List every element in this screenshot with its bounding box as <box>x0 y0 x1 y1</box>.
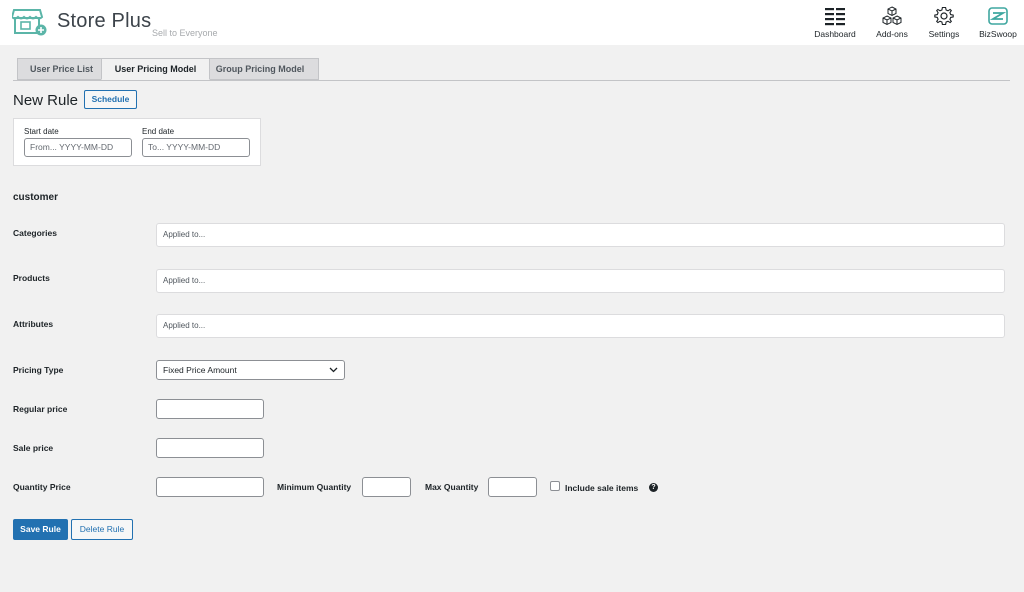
page-title: New Rule <box>13 92 79 109</box>
pricing-type-select[interactable]: Fixed Price Amount <box>156 360 345 380</box>
nav-dashboard[interactable]: Dashboard <box>812 6 858 39</box>
tab-user-price-list[interactable]: User Price List <box>17 58 106 80</box>
min-quantity-label: Minimum Quantity <box>277 482 352 492</box>
include-sale-checkbox[interactable] <box>550 481 560 491</box>
tab-group-pricing-model[interactable]: Group Pricing Model <box>201 58 319 80</box>
store-logo-icon <box>10 6 48 36</box>
end-date-label: End date <box>142 127 175 136</box>
nav-settings[interactable]: Settings <box>923 6 965 39</box>
start-date-label: Start date <box>24 127 59 136</box>
chevron-down-icon <box>329 367 338 373</box>
tab-divider <box>13 80 1010 81</box>
products-input[interactable]: Applied to... <box>156 269 1005 293</box>
save-rule-button[interactable]: Save Rule <box>13 519 68 540</box>
max-quantity-label: Max Quantity <box>425 482 479 492</box>
help-icon[interactable]: ? <box>649 483 658 492</box>
brand-name: Store Plus <box>57 10 152 32</box>
quantity-price-label: Quantity Price <box>13 482 71 492</box>
pricing-type-value: Fixed Price Amount <box>163 365 237 375</box>
schedule-button[interactable]: Schedule <box>84 90 137 109</box>
nav-settings-label: Settings <box>928 29 960 39</box>
cubes-icon <box>882 6 902 26</box>
pricing-type-label: Pricing Type <box>13 365 64 375</box>
brand-tagline: Sell to Everyone <box>152 28 218 38</box>
sale-price-label: Sale price <box>13 443 54 453</box>
products-label: Products <box>13 273 50 283</box>
categories-label: Categories <box>13 228 57 238</box>
nav-dashboard-label: Dashboard <box>814 29 856 39</box>
attributes-label: Attributes <box>13 319 54 329</box>
min-quantity-input[interactable] <box>362 477 411 497</box>
sale-price-input[interactable] <box>156 438 264 458</box>
nav-bizswoop[interactable]: BizSwoop <box>975 6 1021 39</box>
end-date-input[interactable]: To... YYYY-MM-DD <box>142 138 250 157</box>
nav-bizswoop-label: BizSwoop <box>979 29 1017 39</box>
categories-input[interactable]: Applied to... <box>156 223 1005 247</box>
nav-addons[interactable]: Add-ons <box>870 6 914 39</box>
include-sale-label: Include sale items <box>565 483 639 493</box>
regular-price-input[interactable] <box>156 399 264 419</box>
start-date-input[interactable]: From... YYYY-MM-DD <box>24 138 132 157</box>
quantity-price-input[interactable] <box>156 477 264 497</box>
bizswoop-logo-icon <box>988 7 1008 25</box>
regular-price-label: Regular price <box>13 404 68 414</box>
schedule-panel: Start date From... YYYY-MM-DD End date T… <box>13 118 261 166</box>
list-icon <box>825 8 845 26</box>
section-heading: customer <box>13 192 59 203</box>
attributes-input[interactable]: Applied to... <box>156 314 1005 338</box>
delete-rule-button[interactable]: Delete Rule <box>71 519 133 540</box>
tab-user-pricing-model[interactable]: User Pricing Model <box>101 58 210 80</box>
top-bar: Store Plus Sell to Everyone Dashboard Ad… <box>0 0 1024 45</box>
max-quantity-input[interactable] <box>488 477 537 497</box>
nav-addons-label: Add-ons <box>876 29 908 39</box>
gear-icon <box>934 6 954 26</box>
